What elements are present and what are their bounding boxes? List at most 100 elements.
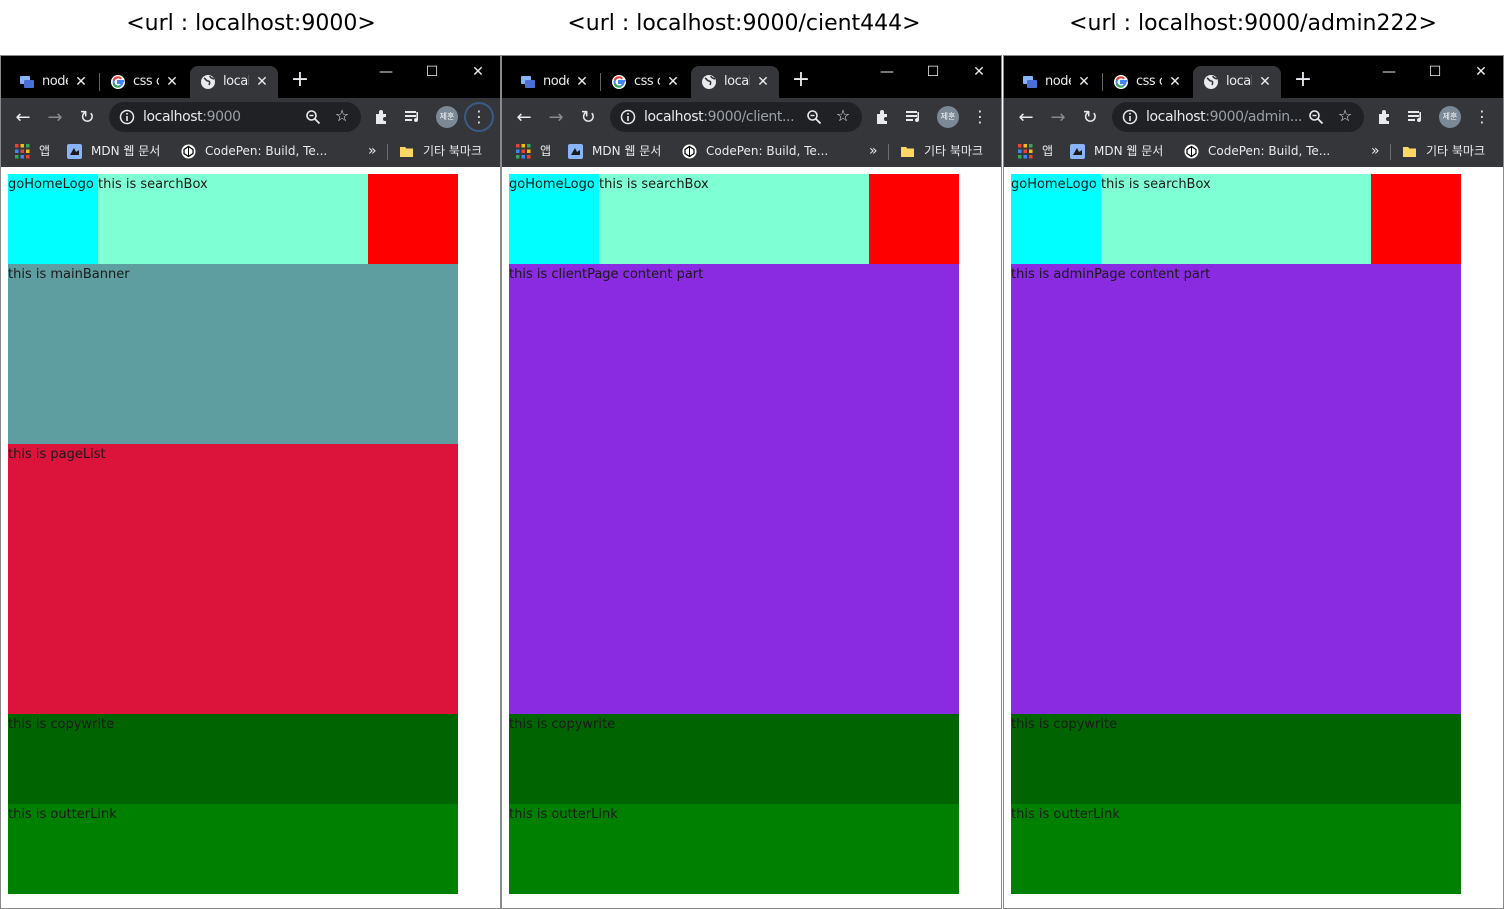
tab-localhost[interactable]: local ✕: [691, 66, 779, 98]
bookmark-mdn[interactable]: MDN 웹 문서: [568, 136, 672, 167]
zoom-icon[interactable]: [1308, 109, 1324, 125]
header-right-block: [368, 174, 458, 264]
bookmark-star-icon[interactable]: ☆: [333, 107, 351, 125]
close-icon[interactable]: ✕: [1167, 74, 1183, 90]
forward-arrow-icon[interactable]: →: [41, 104, 69, 132]
bookmarks-bar: 앱 MDN 웹 문서 CodePen: Build, Te... » 기타 북마…: [502, 136, 1001, 167]
extensions-icon[interactable]: [372, 107, 392, 127]
address-bar[interactable]: localhost:9000/admin... ☆: [1112, 102, 1364, 132]
search-box[interactable]: this is searchBox: [98, 174, 368, 264]
close-window-button[interactable]: ✕: [455, 58, 500, 86]
media-queue-icon[interactable]: [1406, 107, 1426, 127]
more-menu-icon[interactable]: ⋮: [1467, 102, 1497, 132]
bookmark-star-icon[interactable]: ☆: [834, 107, 852, 125]
search-box[interactable]: this is searchBox: [599, 174, 869, 264]
zoom-icon[interactable]: [806, 109, 822, 125]
browser-toolbar: ← → ↻ localhost:9000/client... ☆ 제훈 ⋮: [502, 98, 1001, 136]
bookmark-other[interactable]: 기타 북마크: [1402, 136, 1498, 167]
close-icon[interactable]: ✕: [73, 74, 89, 90]
new-tab-button[interactable]: +: [788, 68, 814, 94]
folder-icon: [901, 147, 914, 157]
back-arrow-icon[interactable]: ←: [1012, 104, 1040, 132]
minimize-button[interactable]: —: [864, 58, 910, 86]
bookmark-label: MDN 웹 문서: [592, 144, 662, 158]
back-arrow-icon[interactable]: ←: [9, 104, 37, 132]
close-icon[interactable]: ✕: [254, 74, 270, 90]
bookmark-apps[interactable]: 앱: [15, 136, 55, 167]
bookmarks-overflow-icon[interactable]: »: [869, 136, 878, 167]
bookmark-mdn[interactable]: MDN 웹 문서: [67, 136, 171, 167]
bookmark-apps[interactable]: 앱: [1018, 136, 1058, 167]
more-menu-icon[interactable]: ⋮: [965, 102, 995, 132]
tab-node[interactable]: node ✕: [1012, 66, 1100, 98]
forward-arrow-icon[interactable]: →: [1044, 104, 1072, 132]
bookmark-codepen[interactable]: CodePen: Build, Te...: [181, 136, 331, 167]
tab-localhost[interactable]: local ✕: [190, 66, 278, 98]
maximize-button[interactable]: ☐: [409, 58, 455, 86]
bookmarks-overflow-icon[interactable]: »: [1371, 136, 1380, 167]
bookmarks-overflow-icon[interactable]: »: [368, 136, 377, 167]
maximize-button[interactable]: ☐: [910, 58, 956, 86]
tab-css[interactable]: css c ✕: [100, 66, 188, 98]
more-menu-icon[interactable]: ⋮: [464, 102, 494, 132]
close-icon[interactable]: ✕: [1257, 74, 1273, 90]
profile-avatar[interactable]: 제훈: [937, 106, 959, 128]
bookmark-codepen[interactable]: CodePen: Build, Te...: [682, 136, 832, 167]
page-viewport: goHomeLogo this is searchBox this is adm…: [1004, 167, 1503, 908]
tab-css[interactable]: css c ✕: [1103, 66, 1191, 98]
new-tab-button[interactable]: +: [287, 68, 313, 94]
tab-node[interactable]: node ✕: [510, 66, 598, 98]
reload-icon[interactable]: ↻: [73, 104, 101, 132]
close-icon[interactable]: ✕: [574, 74, 590, 90]
forward-arrow-icon[interactable]: →: [542, 104, 570, 132]
media-queue-icon[interactable]: [403, 107, 423, 127]
tab-localhost[interactable]: local ✕: [1193, 66, 1281, 98]
home-logo[interactable]: goHomeLogo: [509, 174, 599, 264]
close-window-button[interactable]: ✕: [1458, 58, 1503, 86]
address-bar[interactable]: localhost:9000/client... ☆: [610, 102, 862, 132]
close-window-button[interactable]: ✕: [956, 58, 1001, 86]
extensions-icon[interactable]: [873, 107, 893, 127]
tab-node[interactable]: node ✕: [9, 66, 97, 98]
minimize-button[interactable]: —: [1366, 58, 1412, 86]
reload-icon[interactable]: ↻: [574, 104, 602, 132]
bookmark-mdn[interactable]: MDN 웹 문서: [1070, 136, 1174, 167]
zoom-icon[interactable]: [305, 109, 321, 125]
close-icon[interactable]: ✕: [665, 74, 681, 90]
address-bar[interactable]: localhost:9000 ☆: [109, 102, 361, 132]
tab-css[interactable]: css c ✕: [601, 66, 689, 98]
bookmark-other[interactable]: 기타 북마크: [399, 136, 495, 167]
chat-icon: [20, 76, 34, 88]
header-right-block: [869, 174, 959, 264]
codepen-icon: [1184, 144, 1199, 159]
bookmark-star-icon[interactable]: ☆: [1336, 107, 1354, 125]
home-logo[interactable]: goHomeLogo: [1011, 174, 1101, 264]
google-icon: [111, 75, 125, 89]
minimize-button[interactable]: —: [363, 58, 409, 86]
new-tab-button[interactable]: +: [1290, 68, 1316, 94]
tab-title: node: [1045, 74, 1071, 89]
bookmark-codepen[interactable]: CodePen: Build, Te...: [1184, 136, 1334, 167]
back-arrow-icon[interactable]: ←: [510, 104, 538, 132]
media-queue-icon[interactable]: [904, 107, 924, 127]
bookmark-other[interactable]: 기타 북마크: [900, 136, 996, 167]
close-icon[interactable]: ✕: [755, 74, 771, 90]
copywrite-section: this is copywrite: [1011, 714, 1461, 804]
home-logo[interactable]: goHomeLogo: [8, 174, 98, 264]
maximize-button[interactable]: ☐: [1412, 58, 1458, 86]
tab-title: local: [724, 74, 750, 89]
profile-avatar[interactable]: 제훈: [1439, 106, 1461, 128]
search-box[interactable]: this is searchBox: [1101, 174, 1371, 264]
close-icon[interactable]: ✕: [164, 74, 180, 90]
bookmark-label: 기타 북마크: [1426, 144, 1486, 158]
mdn-icon: [568, 144, 583, 159]
extensions-icon[interactable]: [1375, 107, 1395, 127]
close-icon[interactable]: ✕: [1076, 74, 1092, 90]
bookmark-apps[interactable]: 앱: [516, 136, 556, 167]
mdn-icon: [1070, 144, 1085, 159]
profile-avatar[interactable]: 제훈: [436, 106, 458, 128]
browser-window-home: node ✕ css c ✕ local ✕ + — ☐ ✕ ← → ↻ loc…: [0, 55, 501, 909]
info-icon: [1122, 109, 1138, 125]
reload-icon[interactable]: ↻: [1076, 104, 1104, 132]
bookmark-label: 앱: [39, 144, 51, 158]
